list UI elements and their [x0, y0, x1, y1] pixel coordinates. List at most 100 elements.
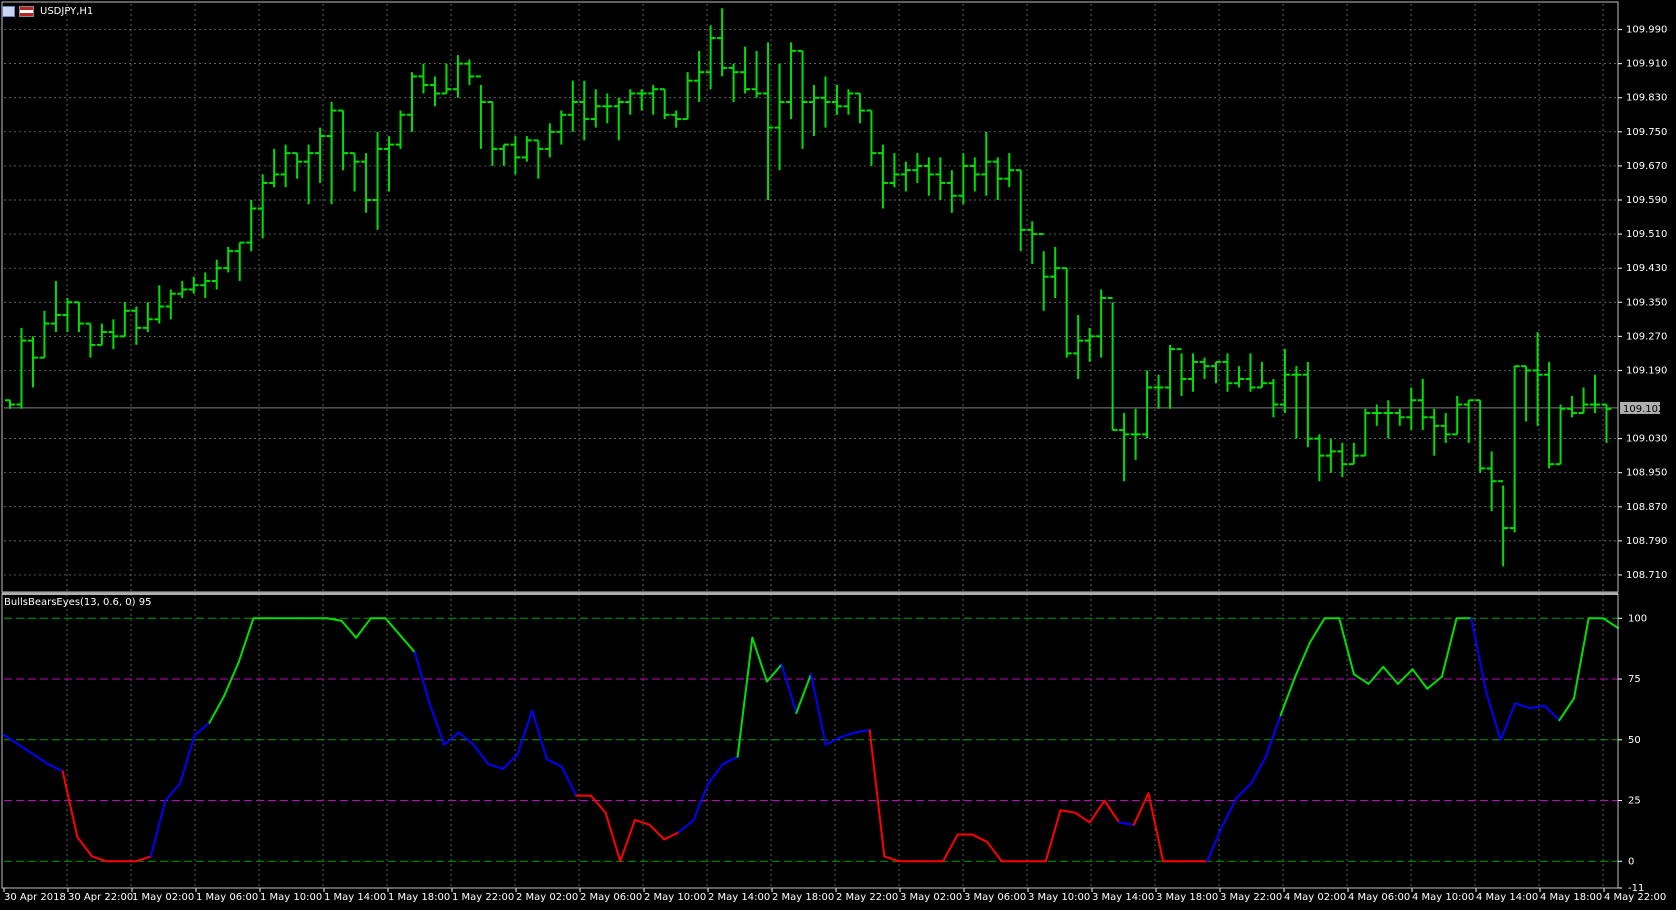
indicator-axis: 1007550250-11 [1618, 613, 1647, 894]
indicator-segment [633, 818, 651, 826]
indicator-segment [648, 823, 666, 841]
ohlc-bar [1337, 442, 1348, 477]
ohlc-bar [303, 144, 314, 205]
ohlc-bar [234, 241, 245, 281]
ohlc-bar [1165, 344, 1176, 409]
ohlc-bar [1027, 221, 1038, 264]
ohlc-bar [315, 127, 326, 183]
price-label: 109.750 [1626, 127, 1667, 138]
time-label: 1 May 06:00 [196, 892, 258, 903]
indicator-segment [1235, 782, 1253, 800]
indicator-segment [795, 673, 812, 715]
ohlc-bar [866, 109, 877, 166]
ohlc-bar [648, 84, 659, 115]
indicator-segment [1088, 799, 1106, 824]
price-label: 109.590 [1626, 195, 1667, 206]
ohlc-bar [108, 319, 119, 350]
price-label: 109.430 [1626, 263, 1667, 274]
indicator-segment [1572, 617, 1590, 700]
ohlc-bar [717, 8, 728, 77]
ohlc-bar [923, 157, 934, 196]
ohlc-bar [1394, 408, 1405, 426]
ohlc-bar [349, 152, 360, 192]
ohlc-bar [62, 298, 73, 333]
ohlc-bar [418, 63, 429, 94]
price-label: 109.350 [1626, 297, 1667, 308]
indicator-segment [61, 770, 79, 838]
price-label: 108.950 [1626, 468, 1667, 479]
ohlc-bar [1096, 289, 1107, 358]
ohlc-bar [1233, 366, 1244, 388]
chart-canvas[interactable]: 109.990 109.910 109.830 109.750 109.670 109.5… [0, 0, 1676, 910]
ohlc-bar [854, 92, 865, 124]
indicator-segment [531, 709, 548, 761]
time-label: 4 May 18:00 [1540, 892, 1602, 903]
indicator-segment [1074, 811, 1091, 824]
flag-icon [19, 5, 34, 17]
ohlc-bar [1325, 438, 1336, 473]
ohlc-bar [1555, 404, 1566, 466]
ohlc-bar [1199, 357, 1210, 379]
ohlc-bar [269, 148, 280, 188]
window-icon[interactable] [2, 5, 15, 17]
indicator-segment [1044, 809, 1062, 863]
ohlc-bar [200, 272, 211, 298]
ohlc-bar [1222, 353, 1233, 392]
price-label: 109.910 [1626, 59, 1667, 70]
time-label: 1 May 18:00 [388, 892, 450, 903]
ohlc-bar [1348, 442, 1359, 466]
ohlc-bar [96, 323, 107, 346]
ohlc-bar [1119, 413, 1130, 482]
time-label: 2 May 10:00 [644, 892, 706, 903]
ohlc-bar [1073, 315, 1084, 379]
indicator-segment [1118, 821, 1135, 826]
ohlc-bar [85, 322, 96, 358]
indicator-label: 50 [1628, 735, 1641, 746]
indicator-segment [868, 729, 886, 858]
time-label: 30 Apr 2018 [4, 892, 66, 903]
time-label: 1 May 22:00 [452, 892, 514, 903]
current-price-label: 109.102 [1623, 404, 1664, 415]
indicator-segment [325, 617, 343, 622]
ohlc-bar [1291, 366, 1302, 439]
ohlc-bar [39, 310, 50, 359]
ohlc-bar [1176, 348, 1187, 396]
ohlc-bar [1302, 361, 1313, 448]
indicator-segment [1147, 792, 1165, 863]
time-label: 3 May 18:00 [1156, 892, 1218, 903]
ohlc-bar [556, 110, 567, 145]
indicator-segment [47, 763, 64, 773]
indicator-segment [589, 794, 607, 814]
indicator-segment [501, 753, 519, 770]
ohlc-bar [1463, 399, 1474, 443]
ohlc-bar [1486, 451, 1497, 512]
indicator-segment [854, 729, 871, 734]
indicator-panel-border [1, 593, 1619, 889]
ohlc-bar [498, 143, 509, 166]
indicator-segment [413, 651, 431, 705]
indicator-segment [1103, 799, 1121, 824]
indicator-segment [1440, 617, 1458, 678]
ohlc-bar [521, 136, 532, 162]
ohlc-bar [935, 157, 946, 200]
ohlc-bar [958, 153, 969, 205]
price-axis: 109.990 109.910 109.830 109.750 109.670 109.5… [1618, 25, 1667, 581]
indicator-segment [399, 634, 416, 654]
indicator-segment [428, 702, 446, 746]
indicator-label: 100 [1628, 613, 1647, 624]
time-label: 1 May 02:00 [132, 892, 194, 903]
time-label: 3 May 14:00 [1092, 892, 1154, 903]
ohlc-bar [441, 63, 452, 95]
indicator-segment [135, 855, 152, 863]
time-label: 4 May 06:00 [1348, 892, 1410, 903]
ohlc-bar [154, 285, 165, 324]
time-label: 30 Apr 22:00 [68, 892, 133, 903]
ohlc-bar [969, 157, 980, 192]
ohlc-bar [27, 336, 38, 388]
ohlc-bar [188, 276, 199, 294]
indicator-segment [487, 763, 504, 770]
ohlc-bar [1383, 400, 1394, 439]
indicator-segment [545, 758, 563, 768]
ohlc-bar [1256, 361, 1267, 389]
price-label: 109.830 [1626, 93, 1667, 104]
